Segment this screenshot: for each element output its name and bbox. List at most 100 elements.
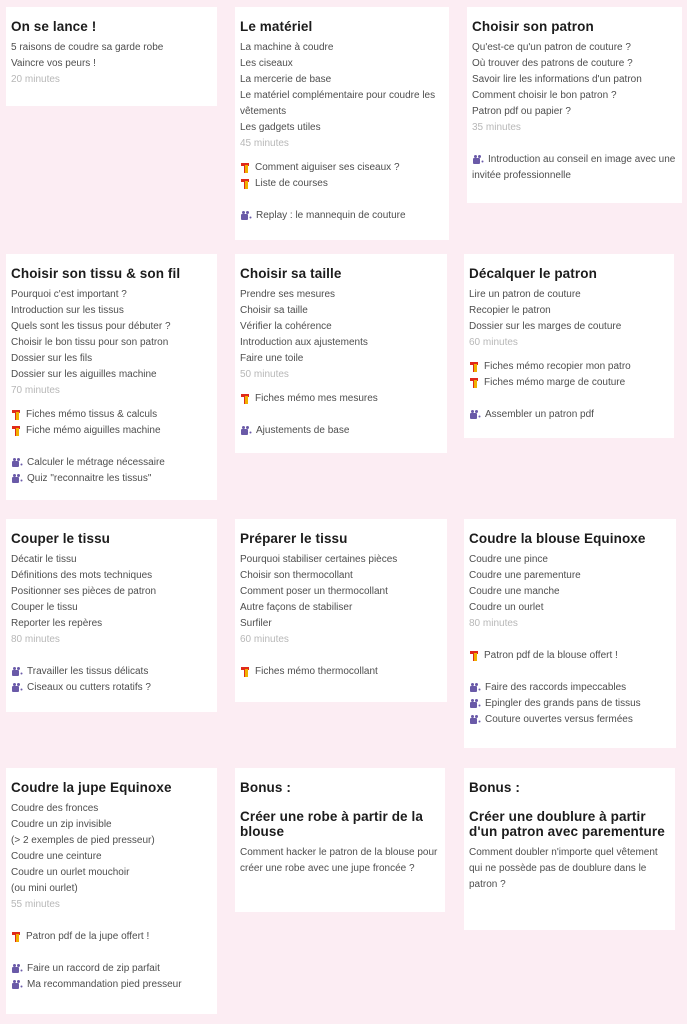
- video-icon: [12, 667, 22, 676]
- lesson-item[interactable]: Dossier sur les fils: [11, 351, 217, 367]
- module-title: Créer une robe à partir de la blouse: [240, 809, 423, 839]
- text-resource-item[interactable]: Fiches mémo mes mesures: [240, 391, 447, 407]
- lesson-item[interactable]: Les ciseaux: [240, 56, 449, 72]
- video-resource-item[interactable]: Assembler un patron pdf: [469, 407, 674, 423]
- resource-label: Calculer le métrage nécessaire: [27, 457, 165, 468]
- module-duration: 80 minutes: [469, 618, 518, 629]
- lesson-item[interactable]: Dossier sur les marges de couture: [469, 319, 674, 335]
- lesson-item[interactable]: Choisir son thermocollant: [240, 568, 447, 584]
- video-resource-item[interactable]: Faire des raccords impeccables: [469, 680, 676, 696]
- video-resource-item[interactable]: Introduction au conseil en image avec un…: [472, 152, 682, 184]
- bonus-card-robe: Bonus : Créer une robe à partir de la bl…: [235, 768, 445, 912]
- lesson-item[interactable]: Vérifier la cohérence: [240, 319, 447, 335]
- video-resource-item[interactable]: Couture ouvertes versus fermées: [469, 712, 676, 728]
- lesson-item[interactable]: Prendre ses mesures: [240, 287, 447, 303]
- text-resource-item[interactable]: Fiches mémo marge de couture: [469, 375, 674, 391]
- lesson-item[interactable]: Coudre une ceinture: [11, 849, 217, 865]
- video-icon: [470, 410, 480, 419]
- video-resource-item[interactable]: Ajustements de base: [240, 423, 447, 439]
- video-resource-item[interactable]: Quiz "reconnaitre les tissus": [11, 471, 217, 487]
- lesson-item[interactable]: Choisir sa taille: [240, 303, 447, 319]
- resource-label: Travailler les tissus délicats: [27, 666, 149, 677]
- lesson-item[interactable]: Lire un patron de couture: [469, 287, 674, 303]
- resource-label: Liste de courses: [255, 178, 328, 189]
- resource-label: Fiche mémo aiguilles machine: [26, 425, 161, 436]
- lesson-item[interactable]: Décatir le tissu: [11, 552, 217, 568]
- lesson-item[interactable]: La machine à coudre: [240, 40, 449, 56]
- lesson-item[interactable]: La mercerie de base: [240, 72, 449, 88]
- lesson-item[interactable]: Dossier sur les aiguilles machine: [11, 367, 217, 383]
- lesson-item[interactable]: Où trouver des patrons de couture ?: [472, 56, 682, 72]
- lesson-item[interactable]: Quels sont les tissus pour débuter ?: [11, 319, 217, 335]
- resource-label: Patron pdf de la jupe offert !: [26, 931, 150, 942]
- video-icon: [241, 426, 251, 435]
- module-duration: 80 minutes: [11, 634, 60, 645]
- module-title: On se lance !: [11, 19, 97, 34]
- lesson-item[interactable]: Choisir le bon tissu pour son patron: [11, 335, 217, 351]
- text-resource-item[interactable]: Fiches mémo thermocollant: [240, 664, 447, 680]
- resource-label: Replay : le mannequin de couture: [256, 210, 406, 221]
- lesson-item[interactable]: (> 2 exemples de pied presseur): [11, 833, 217, 849]
- text-resource-item[interactable]: Fiches mémo tissus & calculs: [11, 407, 217, 423]
- lesson-item[interactable]: Patron pdf ou papier ?: [472, 104, 682, 120]
- resource-label: Introduction au conseil en image avec un…: [472, 154, 676, 181]
- lesson-item[interactable]: Qu'est-ce qu'un patron de couture ?: [472, 40, 682, 56]
- lesson-item[interactable]: Coudre une manche: [469, 584, 676, 600]
- lesson-item[interactable]: (ou mini ourlet): [11, 881, 217, 897]
- lesson-item[interactable]: Définitions des mots techniques: [11, 568, 217, 584]
- module-card-le-materiel: Le matériel La machine à coudre Les cise…: [235, 7, 449, 240]
- resource-label: Fiches mémo thermocollant: [255, 666, 378, 677]
- video-icon: [470, 699, 480, 708]
- text-resource-item[interactable]: Patron pdf de la jupe offert !: [11, 929, 217, 945]
- lesson-item[interactable]: Recopier le patron: [469, 303, 674, 319]
- lesson-item[interactable]: Les gadgets utiles: [240, 120, 449, 136]
- lesson-item[interactable]: Coudre un ourlet mouchoir: [11, 865, 217, 881]
- video-icon: [12, 458, 22, 467]
- lesson-item[interactable]: Savoir lire les informations d'un patron: [472, 72, 682, 88]
- lesson-item[interactable]: Positionner ses pièces de patron: [11, 584, 217, 600]
- pdf-sheet-icon: [12, 410, 20, 420]
- video-resource-item[interactable]: Faire un raccord de zip parfait: [11, 961, 217, 977]
- lesson-item[interactable]: Le matériel complémentaire pour coudre l…: [240, 88, 449, 120]
- lesson-item[interactable]: Coudre une parementure: [469, 568, 676, 584]
- lesson-item[interactable]: Comment choisir le bon patron ?: [472, 88, 682, 104]
- module-duration: 55 minutes: [11, 899, 60, 910]
- lesson-item[interactable]: Surfiler: [240, 616, 447, 632]
- lesson-item[interactable]: Coudre un zip invisible: [11, 817, 217, 833]
- text-resource-item[interactable]: Patron pdf de la blouse offert !: [469, 648, 676, 664]
- lesson-item[interactable]: Reporter les repères: [11, 616, 217, 632]
- lesson-item[interactable]: Pourquoi c'est important ?: [11, 287, 217, 303]
- lesson-item[interactable]: Coudre une pince: [469, 552, 676, 568]
- module-card-choisir-sa-taille: Choisir sa taille Prendre ses mesures Ch…: [235, 254, 447, 453]
- lesson-item[interactable]: Vaincre vos peurs !: [11, 56, 217, 72]
- module-title: Couper le tissu: [11, 531, 111, 546]
- video-resource-item[interactable]: Replay : le mannequin de couture: [240, 208, 449, 224]
- lesson-item[interactable]: Faire une toile: [240, 351, 447, 367]
- lesson-item[interactable]: Autre façons de stabiliser: [240, 600, 447, 616]
- lesson-item[interactable]: Comment poser un thermocollant: [240, 584, 447, 600]
- video-resource-item[interactable]: Ciseaux ou cutters rotatifs ?: [11, 680, 217, 696]
- text-resource-item[interactable]: Comment aiguiser ses ciseaux ?: [240, 160, 449, 176]
- video-icon: [12, 964, 22, 973]
- lesson-item[interactable]: Introduction aux ajustements: [240, 335, 447, 351]
- lesson-item[interactable]: Coudre un ourlet: [469, 600, 676, 616]
- lesson-item[interactable]: Introduction sur les tissus: [11, 303, 217, 319]
- resource-label: Faire un raccord de zip parfait: [27, 963, 160, 974]
- video-icon: [12, 474, 22, 483]
- module-card-preparer-le-tissu: Préparer le tissu Pourquoi stabiliser ce…: [235, 519, 447, 702]
- video-resource-item[interactable]: Calculer le métrage nécessaire: [11, 455, 217, 471]
- text-resource-item[interactable]: Liste de courses: [240, 176, 449, 192]
- video-icon: [470, 683, 480, 692]
- lesson-item[interactable]: Pourquoi stabiliser certaines pièces: [240, 552, 447, 568]
- text-resource-item[interactable]: Fiches mémo recopier mon patro: [469, 359, 674, 375]
- video-resource-item[interactable]: Ma recommandation pied presseur: [11, 977, 217, 993]
- lesson-item[interactable]: Coudre des fronces: [11, 801, 217, 817]
- lesson-item[interactable]: 5 raisons de coudre sa garde robe: [11, 40, 217, 56]
- text-resource-item[interactable]: Fiche mémo aiguilles machine: [11, 423, 217, 439]
- video-icon: [473, 155, 483, 164]
- video-resource-item[interactable]: Travailler les tissus délicats: [11, 664, 217, 680]
- pdf-sheet-icon: [241, 394, 249, 404]
- lesson-item[interactable]: Couper le tissu: [11, 600, 217, 616]
- module-card-choisir-son-patron: Choisir son patron Qu'est-ce qu'un patro…: [467, 7, 682, 203]
- video-resource-item[interactable]: Epingler des grands pans de tissus: [469, 696, 676, 712]
